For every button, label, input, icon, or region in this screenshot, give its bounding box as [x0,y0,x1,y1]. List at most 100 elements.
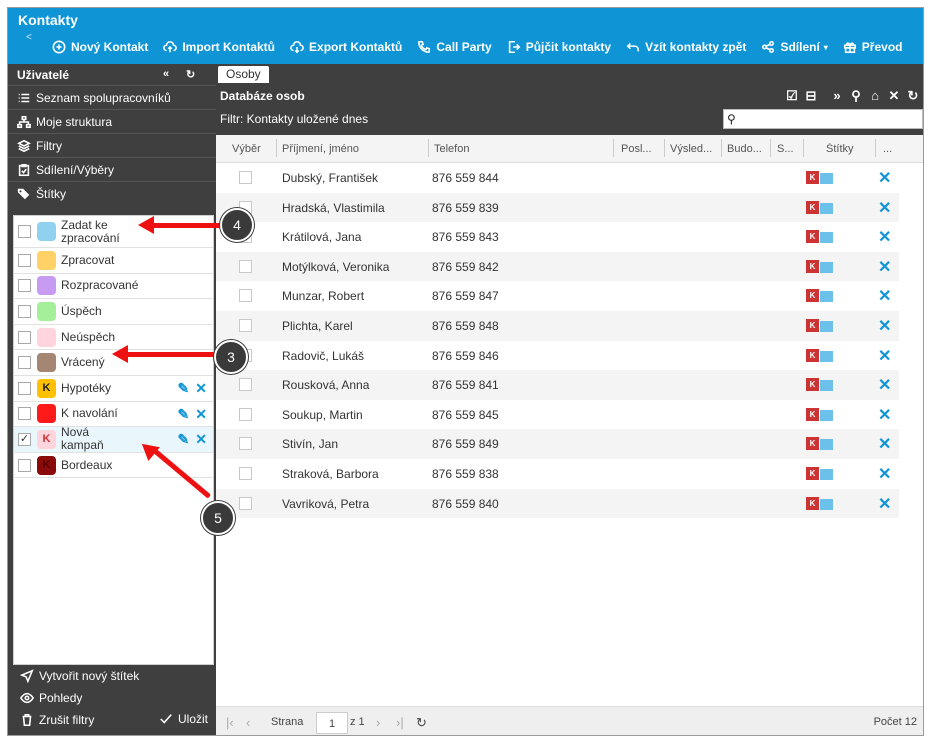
column-header[interactable]: ... [883,143,892,155]
remove-x-icon[interactable]: ✕ [878,494,891,514]
edit-pencil-icon[interactable]: ✎ [178,432,190,446]
delete-x-icon[interactable]: ✕ [195,381,207,395]
delete-x-icon[interactable]: ✕ [195,432,207,446]
remove-x-icon[interactable]: ✕ [878,375,891,395]
tag-checkbox[interactable] [18,407,31,421]
row-checkbox[interactable] [239,496,252,510]
remove-x-icon[interactable]: ✕ [878,168,891,188]
remove-x-icon[interactable]: ✕ [878,227,891,247]
table-row[interactable]: Hradská, Vlastimila 876 559 839 K ✕ [216,192,899,223]
tag-item[interactable]: ✓ K Nová kampaň ✎ ✕ [14,426,213,453]
sidebar-item-coworkers[interactable]: Seznam spolupracovníků [8,85,216,109]
close-icon[interactable]: ✕ [888,88,900,104]
home-icon[interactable]: ⌂ [869,88,881,104]
refresh-icon[interactable]: ↻ [907,88,919,104]
tag-item[interactable]: Zadat ke zpracování [14,216,213,248]
table-row[interactable]: Krátilová, Jana 876 559 843 K ✕ [216,222,899,252]
tag-checkbox[interactable] [18,304,31,318]
table-row[interactable]: Munzar, Robert 876 559 847 K ✕ [216,281,899,311]
share-dropdown-button[interactable]: Sdílení ▾ [761,40,828,54]
remove-x-icon[interactable]: ✕ [878,257,891,277]
take-back-contacts-button[interactable]: Vzít kontakty zpět [626,40,746,54]
row-checkbox[interactable] [239,319,252,332]
tag-item[interactable]: Úspěch [14,299,213,325]
row-checkbox[interactable] [239,171,252,184]
row-checkbox[interactable] [239,289,252,303]
call-party-button[interactable]: Call Party [417,40,492,54]
tag-item[interactable]: Rozpracované [14,274,213,300]
remove-x-icon[interactable]: ✕ [878,434,891,454]
column-header[interactable]: Výběr [232,143,261,155]
search-input[interactable]: ⚲ [723,109,923,129]
row-checkbox[interactable] [239,259,252,273]
last-page-icon[interactable]: ›| [396,715,404,730]
table-row[interactable]: Motýlková, Veronika 876 559 842 K ✕ [216,251,899,282]
back-chevron-icon[interactable]: < [26,32,32,43]
first-page-icon[interactable]: |‹ [226,715,234,730]
table-row[interactable]: Soukup, Martin 876 559 845 K ✕ [216,400,899,430]
transfer-button[interactable]: Převod [843,40,902,54]
tag-checkbox[interactable] [18,253,31,267]
table-row[interactable]: Dubský, František 876 559 844 K ✕ [216,163,899,193]
tag-checkbox[interactable] [18,330,31,344]
table-row[interactable]: Rousková, Anna 876 559 841 K ✕ [216,370,899,400]
refresh-icon[interactable]: ↻ [186,68,195,81]
remove-x-icon[interactable]: ✕ [878,405,891,425]
tag-checkbox[interactable] [18,356,31,370]
next-page-icon[interactable]: › [376,715,380,730]
column-header[interactable]: Telefon [434,143,469,155]
tag-checkbox[interactable]: ✓ [18,432,31,446]
sidebar-item-tags[interactable]: Štítky [8,181,216,205]
import-contacts-button[interactable]: Import Kontaktů [163,40,275,54]
collapse-left-icon[interactable]: « [163,68,169,80]
column-header[interactable]: Výsled... [670,143,718,155]
remove-x-icon[interactable]: ✕ [878,346,891,366]
sidebar-item-sharing[interactable]: Sdílení/Výběry [8,157,216,181]
table-row[interactable]: Stivín, Jan 876 559 849 K ✕ [216,429,899,459]
export-contacts-button[interactable]: Export Kontaktů [290,40,402,54]
create-tag-button[interactable]: Vytvořit nový štítek [8,665,216,687]
column-header[interactable]: Příjmení, jméno [282,143,359,155]
remove-x-icon[interactable]: ✕ [878,286,891,306]
column-header[interactable]: Budo... [727,143,765,155]
expand-right-icon[interactable]: » [831,88,843,104]
table-row[interactable]: Vavriková, Petra 876 559 840 K ✕ [216,488,899,519]
table-row[interactable]: Radovič, Lukáš 876 559 846 K ✕ [216,341,899,371]
edit-pencil-icon[interactable]: ✎ [178,407,190,421]
row-checkbox[interactable] [239,467,252,480]
views-button[interactable]: Pohledy [8,687,216,709]
save-filters-button[interactable]: Uložit [159,712,208,726]
sidebar-item-my-structure[interactable]: Moje struktura [8,109,216,133]
sidebar-item-filters[interactable]: Filtry [8,133,216,157]
edit-pencil-icon[interactable]: ✎ [178,381,190,395]
lend-contacts-button[interactable]: Půjčit kontakty [507,40,611,54]
tag-checkbox[interactable] [18,458,31,472]
clear-filters-button[interactable]: Zrušit filtry Uložit [8,709,216,731]
deselect-icon[interactable]: ⊟ [805,88,817,104]
pin-icon[interactable]: ⚲ [850,88,862,104]
column-header[interactable]: S... [777,143,799,155]
tab-persons[interactable]: Osoby [218,66,269,83]
remove-x-icon[interactable]: ✕ [878,198,891,218]
reload-icon[interactable]: ↻ [416,715,427,731]
tag-item[interactable]: K navolání ✎ ✕ [14,402,213,428]
prev-page-icon[interactable]: ‹ [246,715,250,730]
tag-checkbox[interactable] [18,279,31,293]
tag-item[interactable]: Zpracovat [14,248,213,274]
remove-x-icon[interactable]: ✕ [878,316,891,336]
page-number-input[interactable]: 1 [316,712,348,734]
select-all-icon[interactable]: ☑ [786,88,798,104]
column-header[interactable]: Štítky [826,143,854,155]
table-row[interactable]: Plichta, Karel 876 559 848 K ✕ [216,311,899,341]
remove-x-icon[interactable]: ✕ [878,464,891,484]
row-checkbox[interactable] [239,437,252,451]
column-header[interactable]: Posl... [621,143,659,155]
tag-item[interactable]: K Hypotéky ✎ ✕ [14,376,213,402]
row-checkbox[interactable] [239,407,252,421]
row-checkbox[interactable] [239,378,252,392]
table-row[interactable]: Straková, Barbora 876 559 838 K ✕ [216,459,899,489]
tag-checkbox[interactable] [18,225,31,238]
new-contact-button[interactable]: Nový Kontakt [52,40,148,54]
delete-x-icon[interactable]: ✕ [195,407,207,421]
tag-checkbox[interactable] [18,381,31,395]
